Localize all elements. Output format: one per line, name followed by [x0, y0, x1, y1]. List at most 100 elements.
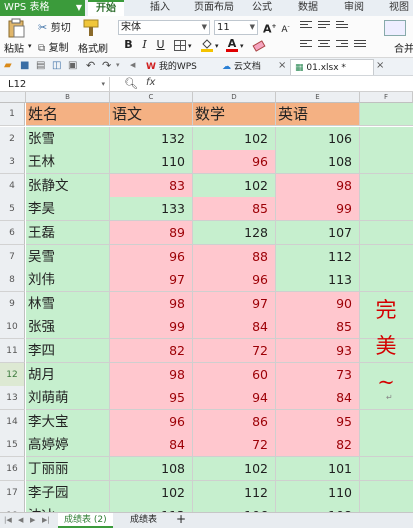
- name-cell[interactable]: 吴雪: [26, 244, 110, 269]
- header-cell-english[interactable]: 英语: [276, 103, 360, 126]
- paste-button[interactable]: [6, 18, 28, 40]
- row-header[interactable]: 7: [0, 244, 25, 269]
- empty-cell[interactable]: [360, 197, 413, 222]
- name-box[interactable]: L12 ▾: [0, 77, 110, 92]
- format-painter-label[interactable]: 格式刷: [78, 40, 108, 55]
- fx-button[interactable]: fx: [146, 77, 155, 88]
- next-sheet-icon[interactable]: ▶: [30, 516, 35, 524]
- merge-center-button[interactable]: 合并: [394, 40, 413, 55]
- print-preview-icon[interactable]: ◫: [52, 60, 61, 71]
- last-sheet-icon[interactable]: ▶|: [42, 516, 50, 524]
- score-cell-math[interactable]: 102: [193, 173, 276, 198]
- redo-icon[interactable]: ↷: [102, 59, 111, 72]
- row-header[interactable]: 8: [0, 268, 25, 293]
- menu-view[interactable]: 视图: [384, 0, 413, 16]
- column-header-b[interactable]: B: [26, 92, 110, 103]
- empty-cell[interactable]: [360, 220, 413, 245]
- score-cell-math[interactable]: 84: [193, 315, 276, 340]
- menu-formulas[interactable]: 公式: [246, 0, 278, 16]
- row-header[interactable]: 16: [0, 456, 25, 481]
- score-cell-english[interactable]: 95: [276, 409, 360, 434]
- score-cell-english[interactable]: 93: [276, 338, 360, 363]
- align-bottom-icon[interactable]: [336, 21, 348, 31]
- italic-button[interactable]: I: [138, 38, 151, 52]
- score-cell-math[interactable]: 88: [193, 244, 276, 269]
- chevron-down-icon[interactable]: ▾: [188, 42, 192, 50]
- row-header[interactable]: 17: [0, 480, 25, 505]
- empty-cell[interactable]: [360, 244, 413, 269]
- row-header[interactable]: 10: [0, 315, 25, 340]
- empty-cell[interactable]: [360, 480, 413, 505]
- empty-cell[interactable]: [360, 409, 413, 434]
- row-header[interactable]: 15: [0, 433, 25, 458]
- menu-home[interactable]: 开始: [88, 0, 124, 16]
- tab-my-wps[interactable]: W 我的WPS: [146, 59, 197, 75]
- font-name-select[interactable]: 宋体 ▼: [118, 20, 210, 35]
- close-icon[interactable]: ×: [376, 60, 384, 71]
- name-cell[interactable]: 李昊: [26, 197, 110, 222]
- score-cell-math[interactable]: 94: [193, 386, 276, 411]
- spreadsheet-grid[interactable]: B C D E F 1 姓名 语文 数学 英语 2 张雪 132 102 106 3 王林 1…: [0, 92, 413, 512]
- empty-cell[interactable]: [360, 268, 413, 293]
- score-cell-math[interactable]: 102: [193, 126, 276, 151]
- score-cell-english[interactable]: 106: [276, 126, 360, 151]
- underline-button[interactable]: U: [154, 38, 167, 52]
- empty-cell[interactable]: [360, 456, 413, 481]
- row-header[interactable]: 2: [0, 126, 25, 151]
- score-cell-math[interactable]: 72: [193, 433, 276, 458]
- row-header[interactable]: 13: [0, 386, 25, 411]
- cut-button[interactable]: ✂ 剪切: [38, 19, 71, 34]
- name-cell[interactable]: 张强: [26, 315, 110, 340]
- align-justify-icon[interactable]: [354, 40, 366, 50]
- column-header-f[interactable]: F: [360, 92, 413, 103]
- borders-icon[interactable]: [174, 40, 186, 51]
- paste-label[interactable]: 粘贴: [4, 40, 24, 55]
- add-sheet-button[interactable]: +: [170, 513, 192, 528]
- zoom-icon[interactable]: 🔍︎: [124, 77, 138, 90]
- name-cell[interactable]: 刘萌萌: [26, 386, 110, 411]
- menu-data[interactable]: 数据: [292, 0, 324, 16]
- name-cell[interactable]: 王磊: [26, 220, 110, 245]
- score-cell-english[interactable]: 113: [276, 268, 360, 293]
- name-cell[interactable]: 丁丽丽: [26, 456, 110, 481]
- increase-font-button[interactable]: A+: [263, 20, 277, 36]
- menu-page-layout[interactable]: 页面布局: [188, 0, 240, 16]
- empty-cell[interactable]: [360, 504, 413, 512]
- name-cell[interactable]: 刘伟: [26, 268, 110, 293]
- row-header[interactable]: 6: [0, 220, 25, 245]
- name-cell[interactable]: 沈冰: [26, 504, 110, 512]
- fill-color-icon[interactable]: [200, 38, 214, 52]
- header-cell-math[interactable]: 数学: [193, 103, 276, 126]
- chevron-down-icon[interactable]: ▾: [116, 61, 120, 69]
- select-all-corner[interactable]: [0, 92, 26, 103]
- print-icon[interactable]: ▤: [36, 60, 45, 71]
- score-cell-chinese[interactable]: 96: [110, 244, 193, 269]
- score-cell-english[interactable]: 107: [276, 220, 360, 245]
- score-cell-math[interactable]: 96: [193, 268, 276, 293]
- chevron-down-icon[interactable]: ▾: [28, 42, 32, 50]
- score-cell-english[interactable]: 90: [276, 291, 360, 316]
- font-color-icon[interactable]: A: [226, 37, 238, 52]
- empty-cell[interactable]: [360, 126, 413, 151]
- score-cell-chinese[interactable]: 110: [110, 150, 193, 175]
- row-header-1[interactable]: 1: [0, 103, 25, 126]
- empty-cell[interactable]: [360, 433, 413, 458]
- clear-format-icon[interactable]: [252, 38, 266, 52]
- name-cell[interactable]: 林雪: [26, 291, 110, 316]
- name-cell[interactable]: 李子园: [26, 480, 110, 505]
- tab-cloud-docs[interactable]: ☁ 云文档: [222, 59, 261, 75]
- row-header[interactable]: 3: [0, 150, 25, 175]
- header-cell-chinese[interactable]: 语文: [110, 103, 193, 126]
- align-right-icon[interactable]: [336, 40, 348, 50]
- score-cell-math[interactable]: 72: [193, 338, 276, 363]
- score-cell-chinese[interactable]: 95: [110, 386, 193, 411]
- align-top-icon[interactable]: [300, 21, 312, 31]
- score-cell-chinese[interactable]: 82: [110, 338, 193, 363]
- menu-insert[interactable]: 插入: [140, 0, 180, 16]
- prev-sheet-icon[interactable]: ◀: [18, 516, 23, 524]
- score-cell-chinese[interactable]: 96: [110, 409, 193, 434]
- column-header-e[interactable]: E: [276, 92, 360, 103]
- undo-icon[interactable]: ↶: [86, 59, 95, 72]
- chevron-left-icon[interactable]: ◀: [130, 61, 135, 69]
- score-cell-math[interactable]: 86: [193, 409, 276, 434]
